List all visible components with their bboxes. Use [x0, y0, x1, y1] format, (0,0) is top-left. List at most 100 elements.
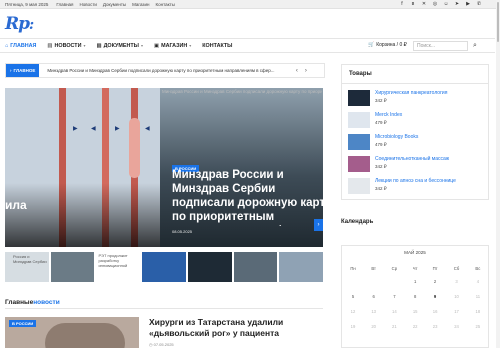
calendar-day: 24	[454, 324, 459, 329]
article-title[interactable]: Хирурги из Татарстана удалили «дьявольск…	[149, 317, 324, 339]
article-date-text: 07.05.2025	[153, 342, 174, 347]
thumbnail[interactable]	[50, 252, 95, 282]
products-widget-title: Товары	[342, 65, 488, 84]
calendar-day	[383, 274, 405, 289]
calendar-day-today[interactable]: 9	[425, 289, 445, 304]
nav-item-store[interactable]: ▣ МАГАЗИН ▾	[154, 43, 191, 49]
product-item[interactable]: Хирургическая панкреатология 342 ₽	[348, 90, 488, 107]
thumbnail[interactable]	[142, 252, 186, 282]
calendar-day: 25	[475, 324, 481, 329]
chevron-down-icon: ▾	[140, 43, 143, 48]
product-item[interactable]: Лекции по апноэ сна и бессоннице 342 ₽	[348, 178, 488, 195]
logo-dot: :	[29, 17, 34, 33]
news-ticker: › ГЛАВНОЕ Минздрав России и Минздрав Сер…	[5, 63, 325, 78]
top-link-store[interactable]: Магазин	[132, 2, 149, 7]
ok-icon[interactable]: ☺	[443, 1, 449, 7]
telegram-icon[interactable]: ➤	[454, 1, 460, 7]
ticker-next-icon[interactable]: ›	[301, 68, 310, 74]
hero-title[interactable]: Минздрав России и Минздрав Сербии подпис…	[172, 168, 323, 226]
product-name[interactable]: Хирургическая панкреатология	[375, 90, 447, 96]
top-link-documents[interactable]: Документы	[103, 2, 126, 7]
hero-slider[interactable]: ▶ ◀ ▶ ◀ ила Минздрав России и Минздрав С…	[5, 88, 323, 247]
weekday: Вс	[475, 265, 481, 271]
calendar-day[interactable]: 6	[364, 289, 383, 304]
product-image[interactable]	[348, 156, 370, 172]
youtube-icon[interactable]: ▶	[465, 1, 471, 7]
main-nav: ⌂ ГЛАВНАЯ ▤ НОВОСТИ ▾ ▦ ДОКУМЕНТЫ ▾ ▣ МА…	[0, 38, 495, 53]
product-name[interactable]: Microbiology Books	[375, 134, 418, 140]
instagram-icon[interactable]: ◎	[432, 1, 438, 7]
nav-item-home[interactable]: ⌂ ГЛАВНАЯ	[5, 43, 36, 49]
nav-item-contacts[interactable]: КОНТАКТЫ	[202, 43, 232, 49]
thumbnail[interactable]	[187, 252, 232, 282]
product-image[interactable]	[348, 178, 370, 194]
nav-item-label: ДОКУМЕНТЫ	[103, 42, 139, 49]
section-divider	[5, 308, 323, 309]
weekday: Чт	[412, 265, 418, 271]
chevron-right-icon[interactable]: ›	[314, 219, 323, 231]
nav-item-documents[interactable]: ▦ ДОКУМЕНТЫ ▾	[97, 43, 143, 49]
top-link-contacts[interactable]: Контакты	[155, 2, 174, 7]
calendar-title: Календарь	[341, 219, 374, 225]
hero-prev-slide-image: ▶ ◀ ▶ ◀ ила	[5, 88, 160, 247]
product-item[interactable]: Microbiology Books 479 ₽	[348, 134, 488, 151]
calendar-day[interactable]: 8	[405, 289, 424, 304]
nav-item-label: КОНТАКТЫ	[202, 42, 233, 49]
hero-prev-title[interactable]: ила	[5, 198, 27, 212]
top-link-news[interactable]: Новости	[80, 2, 97, 7]
calendar-day: 20	[371, 324, 376, 329]
nav-item-label: НОВОСТИ	[54, 42, 82, 49]
hero-image-detail: ▶	[115, 126, 120, 132]
chevron-down-icon: ▾	[83, 43, 86, 48]
hero-image-alt: Минздрав России и Минздрав Сербии подпис…	[162, 89, 322, 94]
product-image[interactable]	[348, 112, 370, 128]
calendar-day: 18	[475, 309, 481, 314]
top-link-home[interactable]: Главная	[56, 2, 73, 7]
search-input[interactable]: Поиск...	[413, 41, 468, 51]
top-links: Главная Новости Документы Магазин Контак…	[56, 2, 175, 7]
facebook-icon[interactable]: f	[399, 1, 405, 7]
product-item[interactable]: Merck Index 479 ₽	[348, 112, 488, 129]
ticker-prev-icon[interactable]: ‹	[292, 68, 301, 74]
chevron-down-icon: ▾	[189, 43, 192, 48]
site-logo[interactable]: Rp:	[5, 14, 34, 34]
product-image[interactable]	[348, 134, 370, 150]
calendar-day	[364, 274, 383, 289]
thumbnail[interactable]	[233, 252, 278, 282]
document-icon: ▦	[96, 42, 102, 49]
calendar-day[interactable]: 5	[342, 289, 364, 304]
calendar-day[interactable]: 2	[425, 274, 445, 289]
cart-link[interactable]: 🛒 Корзина / 0 ₽	[368, 42, 407, 48]
product-name[interactable]: Лекции по апноэ сна и бессоннице	[375, 178, 456, 184]
calendar-day[interactable]: 7	[383, 289, 405, 304]
search-icon[interactable]: ⌕	[470, 41, 480, 51]
product-image[interactable]	[348, 90, 370, 106]
ticker-headline[interactable]: Минздрав России и Минздрав Сербии подпис…	[47, 68, 292, 73]
weekday: Пт	[432, 265, 438, 271]
calendar-week: 1 2 3 4	[342, 274, 488, 289]
article-category[interactable]: В РОССИИ	[9, 320, 37, 327]
product-item[interactable]: Соединительнотканный массаж 342 ₽	[348, 156, 488, 173]
article-image[interactable]: В РОССИИ	[5, 317, 139, 348]
page-scrollbar[interactable]	[496, 0, 500, 348]
scrollbar-thumb[interactable]	[497, 2, 499, 42]
calendar-day[interactable]: 1	[405, 274, 424, 289]
product-name[interactable]: Соединительнотканный массаж	[375, 156, 449, 162]
hero-date: 08.05.2025	[172, 229, 193, 234]
product-price: 342 ₽	[375, 98, 387, 103]
x-icon[interactable]: ✕	[421, 1, 427, 7]
hero-image-detail	[129, 118, 140, 178]
cart-label: Корзина / 0 ₽	[376, 42, 407, 48]
section-title: Главныеновости	[5, 299, 60, 306]
weekday: Ср	[391, 265, 398, 271]
whatsapp-icon[interactable]: ✆	[476, 1, 482, 7]
calendar-day: 4	[476, 279, 480, 284]
thumbnail[interactable]: РЭТ продолжит разработку инновационной	[96, 252, 141, 282]
thumbnail[interactable]: Россия и Минздрав Сербии	[5, 252, 49, 282]
product-name[interactable]: Merck Index	[375, 112, 402, 118]
vk-icon[interactable]: в	[410, 1, 416, 7]
calendar-day: 16	[432, 309, 438, 314]
thumbnail[interactable]	[279, 252, 324, 282]
nav-item-news[interactable]: ▤ НОВОСТИ ▾	[47, 43, 85, 49]
weekday: Сб	[453, 265, 460, 271]
